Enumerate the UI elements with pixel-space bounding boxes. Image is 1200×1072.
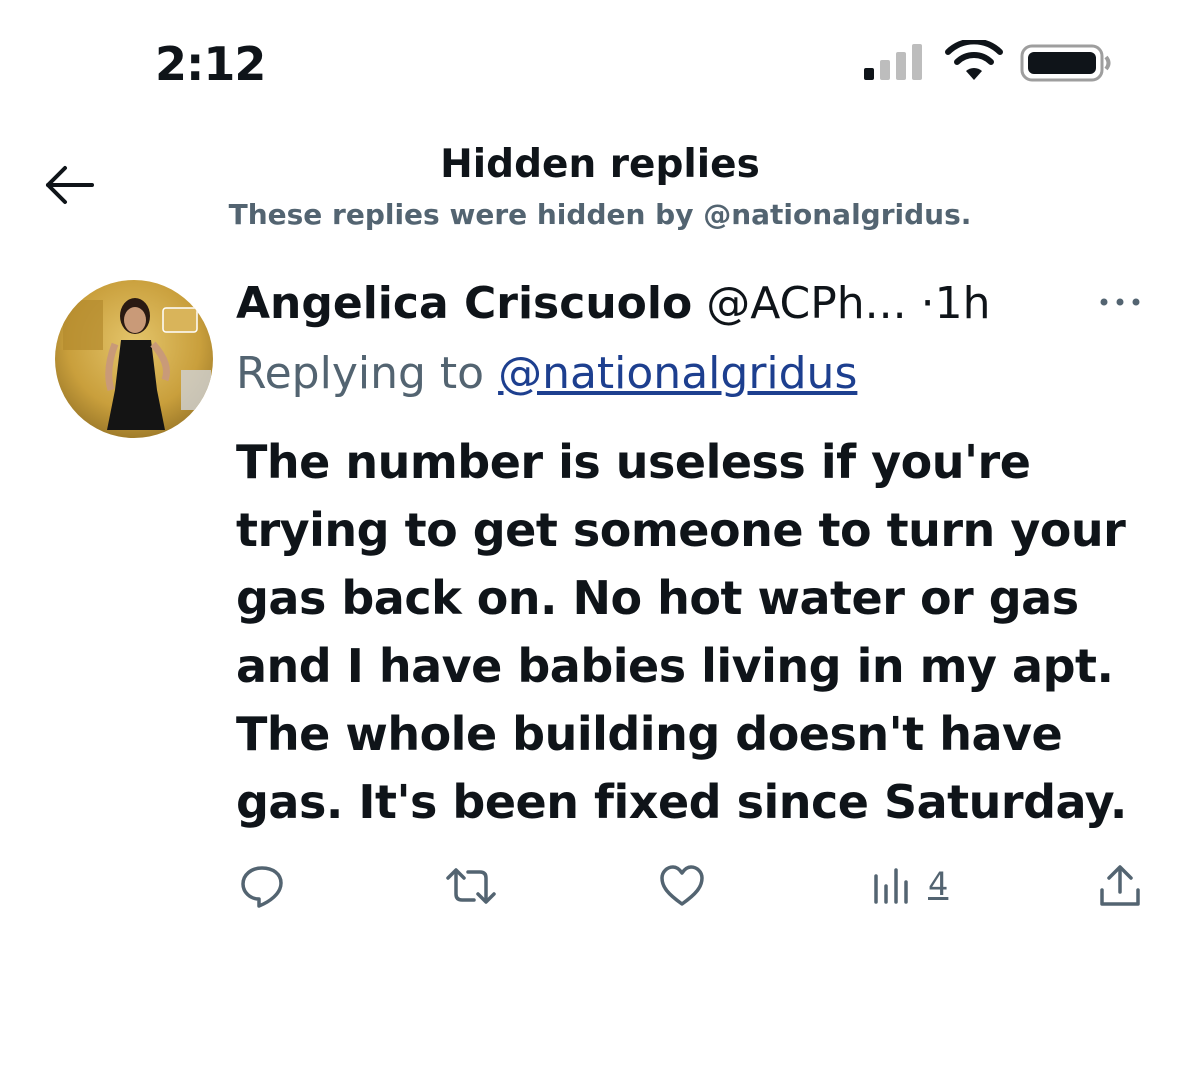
page-subtitle: These replies were hidden by @nationalgr… bbox=[228, 198, 972, 231]
battery-icon bbox=[1020, 44, 1111, 82]
tweet-time[interactable]: 1h bbox=[935, 278, 991, 329]
screen: 2:12 Hidden replies These replies were h… bbox=[0, 0, 1200, 1072]
wifi-icon bbox=[945, 40, 1003, 80]
share-icon bbox=[1100, 865, 1140, 906]
replying-prefix: Replying to bbox=[236, 348, 485, 399]
status-time: 2:12 bbox=[155, 37, 266, 91]
reply-button[interactable] bbox=[238, 862, 286, 912]
tweet-text-line: The whole building doesn't have bbox=[236, 707, 1063, 761]
retweet-icon bbox=[446, 868, 496, 904]
tweet-text-line: The number is useless if you're bbox=[236, 435, 1031, 489]
views-count[interactable]: 4 bbox=[928, 864, 948, 904]
separator-dot: · bbox=[920, 278, 935, 329]
replying-to-line: Replying to @nationalgridus bbox=[236, 346, 857, 402]
cellular-signal-icon bbox=[864, 44, 922, 80]
author-name[interactable]: Angelica Criscuolo bbox=[236, 278, 692, 329]
more-options-icon[interactable] bbox=[1096, 284, 1144, 320]
views-chart-icon bbox=[874, 868, 908, 904]
avatar[interactable] bbox=[55, 280, 213, 438]
share-button[interactable] bbox=[1096, 862, 1144, 912]
heart-icon bbox=[660, 865, 704, 906]
reply-icon bbox=[241, 866, 283, 908]
tweet-text-line: gas. It's been fixed since Saturday. bbox=[236, 775, 1127, 829]
replying-to-link[interactable]: @nationalgridus bbox=[498, 348, 857, 399]
like-button[interactable] bbox=[658, 862, 706, 912]
tweet-text-line: gas back on. No hot water or gas bbox=[236, 571, 1079, 625]
page-title: Hidden replies bbox=[440, 142, 760, 187]
tweet-text-line: trying to get someone to turn your bbox=[236, 503, 1126, 557]
tweet-header: Angelica Criscuolo @ACPh... ·1h bbox=[236, 276, 1066, 332]
tweet-text-line: and I have babies living in my apt. bbox=[236, 639, 1114, 693]
author-handle[interactable]: @ACPh... bbox=[706, 278, 906, 329]
views-button[interactable] bbox=[872, 862, 916, 912]
retweet-button[interactable] bbox=[444, 862, 498, 912]
tweet-text: The number is useless if you're trying t… bbox=[236, 428, 1156, 836]
